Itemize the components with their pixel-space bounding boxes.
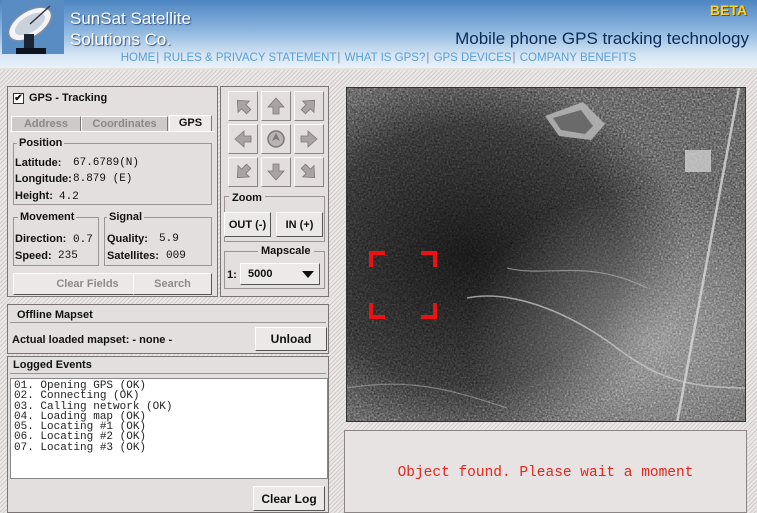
mapset-title-divider	[10, 322, 326, 323]
mapscale-title: Mapscale	[258, 245, 314, 257]
nav-link-company-benefits[interactable]: COMPANY BENEFITS	[520, 52, 637, 64]
position-title: Position	[17, 137, 65, 149]
mapscale-prefix: 1:	[227, 269, 237, 281]
top-nav: HOME| RULES & PRIVACY STATEMENT| WHAT IS…	[0, 52, 757, 68]
arrow-right-button[interactable]	[294, 124, 324, 154]
direction-label: Direction:	[15, 233, 67, 245]
arrow-right-icon	[300, 130, 318, 148]
arrow-up-icon	[267, 97, 285, 115]
zoom-title: Zoom	[229, 192, 265, 204]
company-line-2: Solutions Co.	[70, 30, 172, 49]
satellite-image	[347, 88, 745, 421]
search-button[interactable]: Search	[133, 273, 212, 295]
nav-link-what-is-gps[interactable]: WHAT IS GPS?	[345, 52, 426, 64]
nav-separator: |	[512, 52, 516, 64]
nav-separator: |	[156, 52, 160, 64]
direction-value: 0.7	[73, 234, 93, 246]
speed-value: 235	[58, 250, 78, 262]
target-center-icon	[267, 130, 285, 148]
height-value: 4.2	[59, 191, 79, 203]
longitude-label: Longitude:	[15, 173, 72, 185]
nav-separator: |	[337, 52, 341, 64]
arrow-down-left-icon	[236, 163, 252, 179]
company-line-1: SunSat Satellite	[70, 9, 191, 28]
arrow-down-right-icon	[300, 163, 316, 179]
arrow-up-left-button[interactable]	[228, 91, 258, 121]
speed-label: Speed:	[15, 250, 52, 262]
arrow-down-icon	[267, 163, 285, 181]
zoom-out-button[interactable]: OUT (-)	[224, 212, 271, 237]
movement-title: Movement	[18, 211, 77, 223]
offline-mapset-title: Offline Mapset	[17, 309, 93, 321]
latitude-label: Latitude:	[15, 157, 62, 169]
satellites-label: Satellites:	[107, 250, 159, 262]
clear-log-button[interactable]: Clear Log	[253, 486, 325, 511]
mapscale-select[interactable]: 5000	[240, 263, 320, 285]
satellite-map[interactable]	[346, 87, 746, 422]
nav-link-gps-devices[interactable]: GPS DEVICES	[434, 52, 512, 64]
arrow-up-right-icon	[300, 99, 316, 115]
satellites-value: 009	[166, 250, 186, 262]
log-line: 07. Locating #3 (OK)	[14, 441, 147, 454]
target-center-button[interactable]	[261, 124, 291, 154]
tab-address[interactable]: Address	[11, 116, 81, 132]
logged-events-title: Logged Events	[13, 359, 92, 371]
tab-gps[interactable]: GPS	[169, 115, 212, 132]
chevron-down-icon	[302, 271, 314, 278]
events-title-divider	[10, 373, 326, 374]
unload-button[interactable]: Unload	[255, 327, 327, 351]
gps-tracking-label: GPS - Tracking	[29, 92, 108, 104]
arrow-left-icon	[234, 130, 252, 148]
arrow-up-button[interactable]	[261, 91, 291, 121]
nav-link-home[interactable]: HOME	[121, 52, 156, 64]
latitude-value: 67.6789(N)	[73, 157, 140, 169]
nav-separator: |	[426, 52, 430, 64]
nav-link-rules-privacy[interactable]: RULES & PRIVACY STATEMENT	[163, 52, 336, 64]
gps-tracking-checkbox[interactable]: ✔	[13, 93, 24, 104]
zoom-in-button[interactable]: IN (+)	[276, 212, 323, 237]
arrow-up-left-icon	[236, 99, 252, 115]
beta-badge: BETA	[709, 2, 747, 18]
satellite-dish-icon	[2, 0, 64, 54]
longitude-value: 8.879 (E)	[73, 173, 133, 185]
arrow-down-button[interactable]	[261, 157, 291, 187]
arrow-up-right-button[interactable]	[294, 91, 324, 121]
site-header: SunSat Satellite Solutions Co. BETA Mobi…	[0, 0, 757, 68]
height-label: Height:	[15, 190, 53, 202]
arrow-down-right-button[interactable]	[294, 157, 324, 187]
status-panel: Object found. Please wait a moment	[344, 430, 747, 513]
quality-value: 5.9	[159, 233, 179, 245]
tab-coordinates[interactable]: Coordinates	[81, 116, 168, 132]
company-name: SunSat Satellite Solutions Co.	[70, 8, 191, 50]
signal-title: Signal	[107, 211, 145, 223]
arrow-down-left-button[interactable]	[228, 157, 258, 187]
quality-label: Quality:	[107, 233, 148, 245]
event-log[interactable]: 01. Opening GPS (OK) 02. Connecting (OK)…	[10, 378, 328, 479]
tagline: Mobile phone GPS tracking technology	[455, 29, 749, 48]
status-message: Object found. Please wait a moment	[397, 465, 694, 481]
mapscale-value: 5000	[248, 268, 273, 280]
arrow-left-button[interactable]	[228, 124, 258, 154]
mapset-loaded-text: Actual loaded mapset: - none -	[12, 334, 173, 346]
